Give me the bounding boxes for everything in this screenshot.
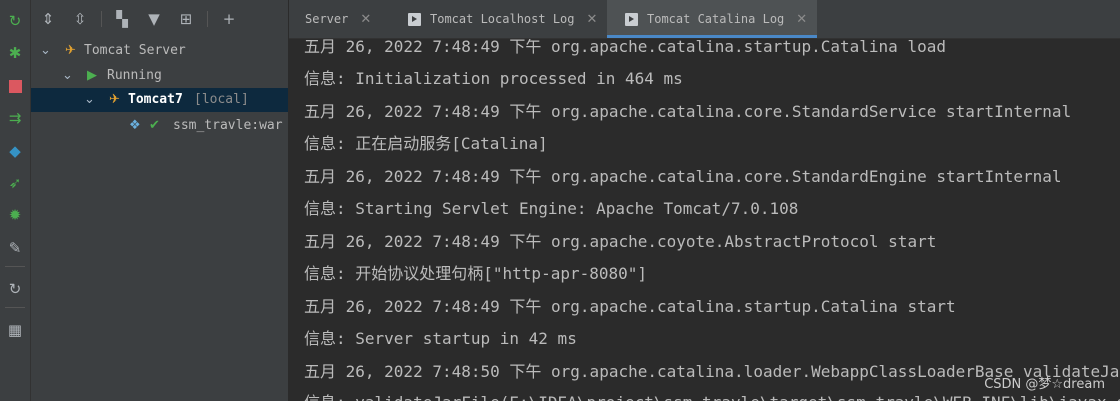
debug-icon[interactable]: ✱ — [4, 42, 26, 64]
log-line: 五月 26, 2022 7:48:49 下午 org.apache.catali… — [304, 167, 1062, 186]
tab-tomcat-localhost-log[interactable]: Tomcat Localhost Log ✕ — [388, 0, 606, 38]
tree-toolbar: ⇕ ⇳ ▚ ▼ ⊞ + — [31, 0, 288, 38]
toolbar-divider — [5, 266, 25, 267]
toolbar-divider — [5, 307, 25, 308]
tomcat-icon: ✈ — [109, 92, 120, 107]
tree-item-running[interactable]: ⌄ ▶ Running — [31, 64, 288, 88]
settings-icon[interactable]: ✎ — [4, 237, 26, 259]
close-icon[interactable]: ✕ — [360, 12, 371, 27]
artifact-icon: ❖ — [129, 118, 141, 133]
filter-icon[interactable]: ▼ — [143, 8, 165, 30]
log-line: 信息: validateJarFile(E:\IDEA\project\ssm_… — [304, 393, 1120, 401]
expand-all-icon[interactable]: ⇕ — [37, 8, 59, 30]
tomcat-icon: ✈ — [65, 43, 76, 58]
log-line: 信息: Initialization processed in 464 ms — [304, 69, 683, 88]
debug-run-icon[interactable]: ✹ — [4, 204, 26, 226]
log-line: 五月 26, 2022 7:48:49 下午 org.apache.catali… — [304, 102, 1072, 121]
artifacts-icon[interactable]: ◆ — [4, 140, 26, 162]
run-toolbar: ↻ ✱ ⇉ ◆ ➶ ✹ ✎ ↻ ▦ — [0, 0, 31, 401]
toolbar-divider — [101, 11, 102, 27]
log-line: 信息: 开始协议处理句柄["http-apr-8080"] — [304, 264, 648, 283]
close-icon[interactable]: ✕ — [587, 12, 598, 27]
chevron-down-icon[interactable]: ⌄ — [40, 39, 51, 63]
catalina-log-output[interactable]: 五月 26, 2022 7:48:49 下午 org.apache.catali… — [289, 39, 1120, 401]
chevron-down-icon[interactable]: ⌄ — [62, 64, 73, 88]
log-tab-bar: Server ✕ Tomcat Localhost Log ✕ Tomcat C… — [289, 0, 1120, 39]
tree-item-tomcat-server[interactable]: ⌄ ✈ Tomcat Server — [31, 39, 288, 63]
tree-item-label: Tomcat Server — [84, 43, 186, 58]
deploy-icon[interactable]: ⇉ — [4, 107, 26, 129]
run-icon[interactable]: ➶ — [4, 172, 26, 194]
rerun-icon[interactable]: ↻ — [4, 10, 26, 32]
tab-label: Server — [305, 12, 349, 26]
check-icon: ✔ — [149, 118, 160, 133]
stop-icon[interactable] — [4, 75, 26, 97]
log-line: 五月 26, 2022 7:48:49 下午 org.apache.catali… — [304, 297, 956, 316]
group-icon[interactable]: ▚ — [111, 8, 133, 30]
running-icon: ▶ — [87, 68, 97, 83]
tree-item-tag: [local] — [194, 92, 249, 107]
log-line: 信息: Server startup in 42 ms — [304, 329, 577, 348]
collapse-all-icon[interactable]: ⇳ — [69, 8, 91, 30]
layout-icon[interactable]: ▦ — [4, 319, 26, 341]
tree-item-artifact[interactable]: ❖ ✔ ssm_travle:war — [31, 114, 288, 138]
tree-item-label: Running — [107, 68, 162, 83]
tree-item-label: Tomcat7 — [128, 92, 183, 107]
console-icon — [625, 12, 638, 26]
tab-server[interactable]: Server ✕ — [289, 0, 388, 38]
log-line: 信息: Starting Servlet Engine: Apache Tomc… — [304, 199, 799, 218]
add-icon[interactable]: + — [218, 8, 240, 30]
console-icon — [408, 12, 421, 26]
watermark: CSDN @梦☆dream — [984, 377, 1105, 392]
open-browser-icon[interactable]: ⊞ — [175, 8, 197, 30]
refresh-icon[interactable]: ↻ — [4, 278, 26, 300]
services-tree-panel: ⇕ ⇳ ▚ ▼ ⊞ + ⌄ ✈ Tomcat Server ⌄ ▶ Runnin… — [31, 0, 288, 401]
tab-label: Tomcat Localhost Log — [430, 12, 575, 26]
log-line: 信息: 正在启动服务[Catalina] — [304, 134, 548, 153]
close-icon[interactable]: ✕ — [796, 12, 807, 27]
log-line: 五月 26, 2022 7:48:49 下午 org.apache.coyote… — [304, 232, 937, 251]
chevron-down-icon[interactable]: ⌄ — [84, 88, 95, 112]
tab-tomcat-catalina-log[interactable]: Tomcat Catalina Log ✕ — [607, 0, 817, 38]
tree-item-label: ssm_travle:war — [173, 118, 283, 133]
toolbar-divider — [207, 11, 208, 27]
tab-label: Tomcat Catalina Log — [647, 12, 785, 26]
log-line: 五月 26, 2022 7:48:49 下午 org.apache.catali… — [304, 39, 946, 56]
tree-item-tomcat7[interactable]: ⌄ ✈ Tomcat7 [local] — [31, 88, 288, 112]
